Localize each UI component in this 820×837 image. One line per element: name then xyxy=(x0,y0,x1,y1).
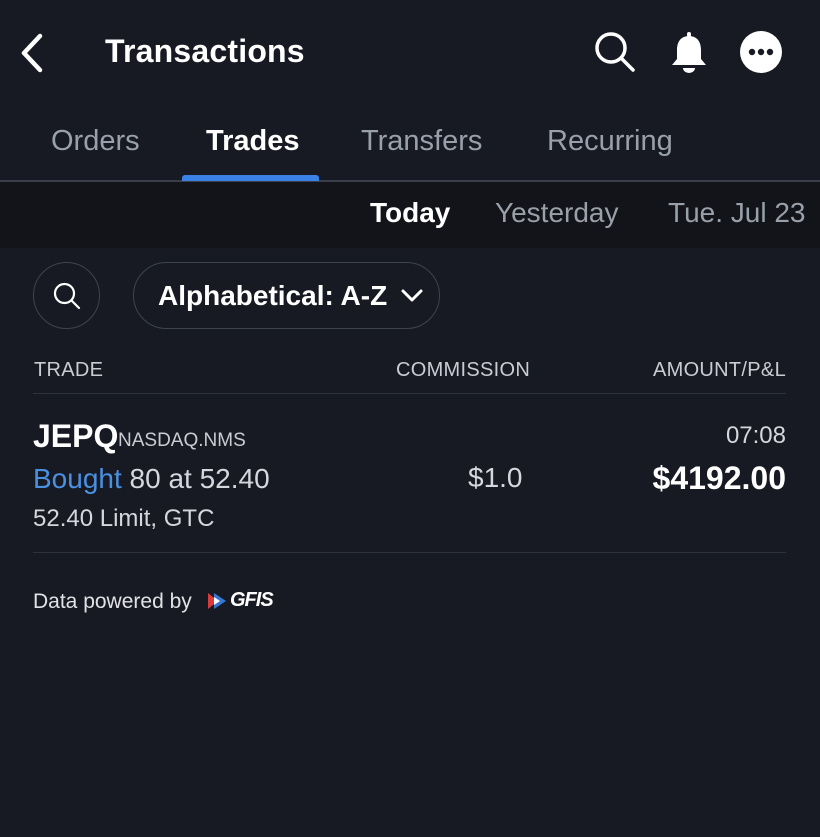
trade-quantity-price: 80 at 52.40 xyxy=(129,463,270,494)
more-button[interactable] xyxy=(739,30,783,74)
search-button[interactable] xyxy=(593,30,637,74)
trade-row[interactable]: JEPQ NASDAQ.NMS Bought 80 at 52.40 52.40… xyxy=(0,394,820,552)
gfis-logo-text: GFIS xyxy=(230,589,274,611)
trade-commission: $1.0 xyxy=(468,462,523,493)
column-header-commission: COMMISSION xyxy=(396,359,531,381)
tab-trades[interactable]: Trades xyxy=(206,125,300,158)
date-selector: Today Yesterday Tue. Jul 23 xyxy=(0,182,820,248)
row-divider xyxy=(33,552,786,553)
gfis-mark-icon xyxy=(208,592,226,609)
header: Transactions xyxy=(0,0,820,105)
tab-orders[interactable]: Orders xyxy=(51,125,140,158)
data-powered-by: Data powered by xyxy=(33,590,192,613)
trade-symbol: JEPQ xyxy=(33,418,119,454)
search-icon xyxy=(53,282,80,309)
date-yesterday[interactable]: Yesterday xyxy=(495,197,619,229)
tab-recurring[interactable]: Recurring xyxy=(547,125,673,158)
filter-search-button[interactable] xyxy=(33,262,100,329)
search-icon xyxy=(595,32,635,72)
trade-exchange: NASDAQ.NMS xyxy=(118,430,246,451)
column-header-trade: TRADE xyxy=(34,359,104,381)
trade-summary: Bought 80 at 52.40 xyxy=(33,463,270,495)
column-header-amount: AMOUNT/P&L xyxy=(652,359,786,381)
active-tab-indicator xyxy=(182,175,319,181)
more-icon xyxy=(740,31,782,73)
sort-dropdown[interactable]: Alphabetical: A-Z xyxy=(133,262,440,329)
back-button[interactable] xyxy=(14,30,50,76)
date-today[interactable]: Today xyxy=(370,197,450,229)
chevron-down-icon xyxy=(401,289,423,302)
gfis-logo: GFIS xyxy=(206,589,274,612)
sort-label: Alphabetical: A-Z xyxy=(158,279,388,311)
tab-bar: Orders Trades Transfers Recurring xyxy=(0,105,820,182)
notifications-button[interactable] xyxy=(667,30,711,74)
trade-time: 07:08 xyxy=(725,422,786,449)
date-jul-23[interactable]: Tue. Jul 23 xyxy=(668,197,805,229)
bell-icon xyxy=(672,32,706,73)
page-title: Transactions xyxy=(105,33,305,69)
trade-order-detail: 52.40 Limit, GTC xyxy=(33,505,215,532)
tab-transfers[interactable]: Transfers xyxy=(361,125,482,158)
trade-amount: $4192.00 xyxy=(652,460,786,496)
trade-action: Bought xyxy=(33,463,122,494)
chevron-left-icon xyxy=(21,33,43,73)
